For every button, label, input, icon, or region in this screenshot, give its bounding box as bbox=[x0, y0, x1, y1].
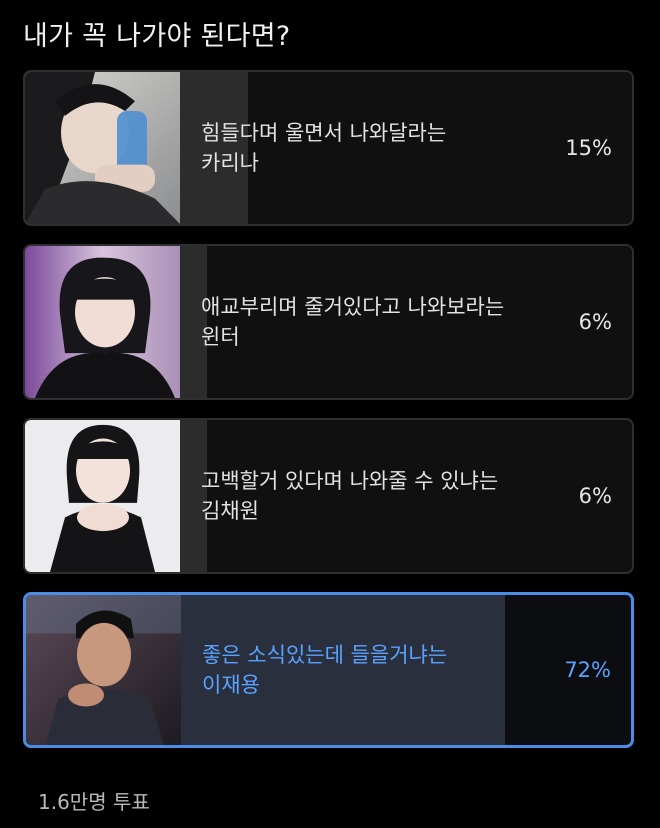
option-text: 힘들다며 울면서 나와달라는 카리나 bbox=[201, 121, 447, 175]
option-text: 고백할거 있다며 나와줄 수 있냐는 김채원 bbox=[201, 469, 499, 523]
poll-option-3[interactable]: 고백할거 있다며 나와줄 수 있냐는 김채원 6% bbox=[23, 418, 634, 574]
option-photo bbox=[25, 72, 180, 224]
option-photo bbox=[26, 595, 181, 745]
option-text: 좋은 소식있는데 들을거냐는 이재용 bbox=[202, 643, 448, 697]
poll-option-1[interactable]: 힘들다며 울면서 나와달라는 카리나 15% bbox=[23, 70, 634, 226]
vote-count: 1.6만명 투표 bbox=[38, 790, 150, 814]
option-percent: 15% bbox=[565, 136, 612, 160]
option-percent: 72% bbox=[564, 658, 611, 682]
poll-option-4[interactable]: 좋은 소식있는데 들을거냐는 이재용 72% bbox=[23, 592, 634, 748]
option-text: 애교부리며 줄거있다고 나와보라는 윈터 bbox=[201, 295, 505, 349]
poll-option-2[interactable]: 애교부리며 줄거있다고 나와보라는 윈터 6% bbox=[23, 244, 634, 400]
option-photo bbox=[25, 246, 180, 398]
option-percent: 6% bbox=[578, 484, 612, 508]
poll-title: 내가 꼭 나가야 된다면? bbox=[23, 21, 291, 52]
option-percent: 6% bbox=[578, 310, 612, 334]
option-photo bbox=[25, 420, 180, 572]
